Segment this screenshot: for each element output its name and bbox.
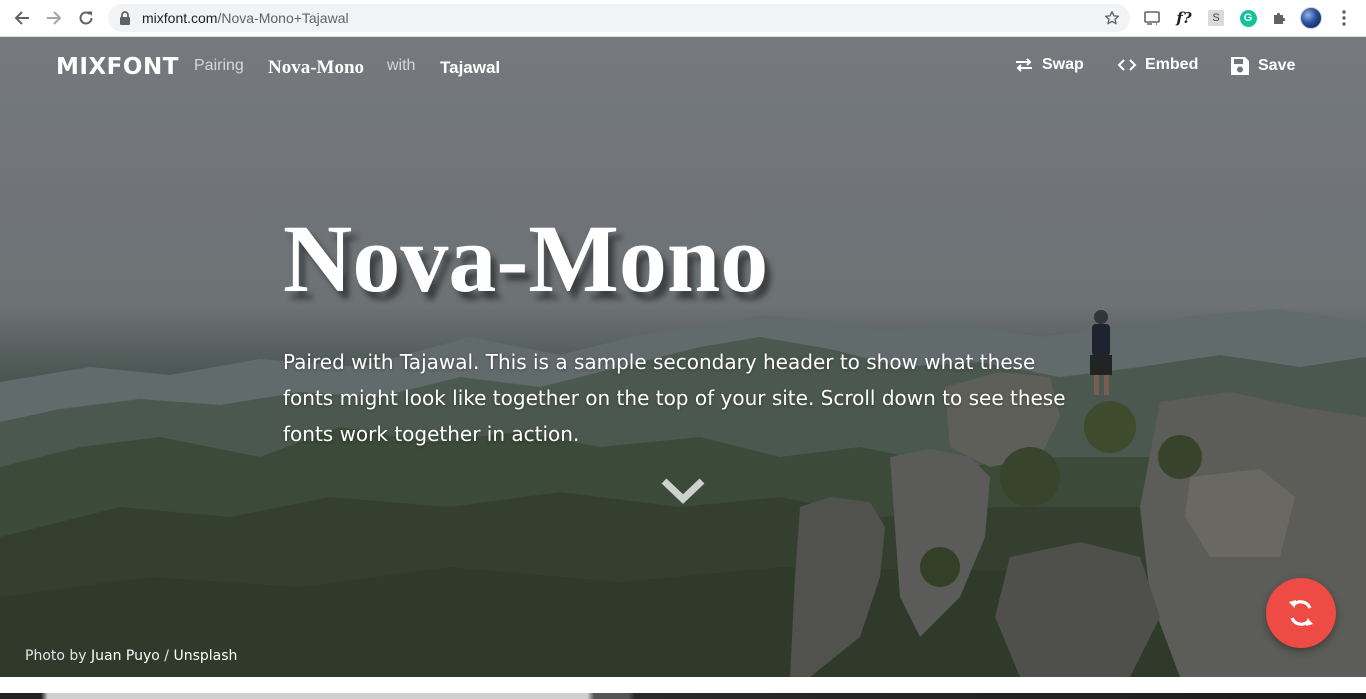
- swap-button[interactable]: Swap: [1014, 56, 1084, 74]
- s-extension-icon[interactable]: S: [1205, 7, 1227, 29]
- browser-menu-button[interactable]: [1333, 7, 1355, 29]
- forward-button[interactable]: [41, 6, 67, 30]
- arrow-left-icon: [14, 11, 29, 25]
- grammarly-label: G: [1239, 9, 1257, 27]
- swap-icon: [1016, 58, 1032, 72]
- credit-source-link[interactable]: Unsplash: [173, 648, 237, 664]
- grammarly-icon[interactable]: G: [1237, 7, 1259, 29]
- credit-separator: /: [159, 648, 174, 664]
- browser-toolbar: mixfont.com/Nova-Mono+Tajawal f? S G: [0, 0, 1366, 37]
- puzzle-icon[interactable]: [1269, 7, 1291, 29]
- pairing-label: Pairing: [194, 57, 244, 74]
- hero-section: MIXFONT Pairing Nova-Mono with Tajawal S…: [0, 37, 1366, 677]
- address-bar[interactable]: mixfont.com/Nova-Mono+Tajawal: [108, 4, 1130, 32]
- reload-icon: [79, 11, 93, 25]
- save-label: Save: [1258, 57, 1296, 74]
- url-path: /Nova-Mono+Tajawal: [217, 10, 349, 26]
- site-header: MIXFONT Pairing Nova-Mono with Tajawal S…: [0, 37, 1366, 99]
- fontface-ninja-label: f?: [1176, 9, 1192, 27]
- cast-icon[interactable]: [1141, 7, 1163, 29]
- chevron-down-icon[interactable]: [661, 477, 705, 505]
- avatar: [1300, 7, 1322, 29]
- refresh-icon: [1289, 600, 1313, 626]
- credit-author-link[interactable]: Juan Puyo: [91, 648, 160, 664]
- url-text: mixfont.com/Nova-Mono+Tajawal: [142, 10, 349, 26]
- embed-button[interactable]: Embed: [1117, 56, 1198, 74]
- shuffle-pairing-button[interactable]: [1266, 578, 1336, 648]
- arrow-right-icon: [47, 11, 62, 25]
- site-logo[interactable]: MIXFONT: [56, 54, 179, 80]
- lock-icon: [120, 11, 130, 25]
- kebab-menu-icon: [1342, 10, 1346, 26]
- secondary-font-selector[interactable]: Tajawal: [440, 58, 500, 78]
- fontface-ninja-icon[interactable]: f?: [1173, 7, 1195, 29]
- s-extension-label: S: [1208, 10, 1224, 26]
- profile-avatar[interactable]: [1300, 7, 1322, 29]
- floppy-disk-icon: [1231, 57, 1249, 75]
- primary-font-selector[interactable]: Nova-Mono: [268, 57, 364, 79]
- reload-button[interactable]: [73, 6, 99, 30]
- page-below-fold: [0, 677, 1366, 699]
- photo-credit: Photo by Juan Puyo / Unsplash: [25, 648, 237, 664]
- hero-subheader: Paired with Tajawal. This is a sample se…: [283, 350, 1066, 446]
- bookmark-star-icon[interactable]: [1104, 10, 1120, 26]
- swap-label: Swap: [1042, 56, 1084, 73]
- hero-headline: Nova-Mono: [283, 205, 769, 312]
- save-button[interactable]: Save: [1230, 56, 1295, 76]
- next-section-preview: [0, 693, 1366, 699]
- with-label: with: [387, 57, 416, 74]
- credit-prefix: Photo by: [25, 648, 92, 664]
- embed-label: Embed: [1145, 56, 1199, 73]
- code-icon: [1117, 59, 1137, 71]
- url-domain: mixfont.com: [142, 10, 218, 26]
- back-button[interactable]: [9, 6, 35, 30]
